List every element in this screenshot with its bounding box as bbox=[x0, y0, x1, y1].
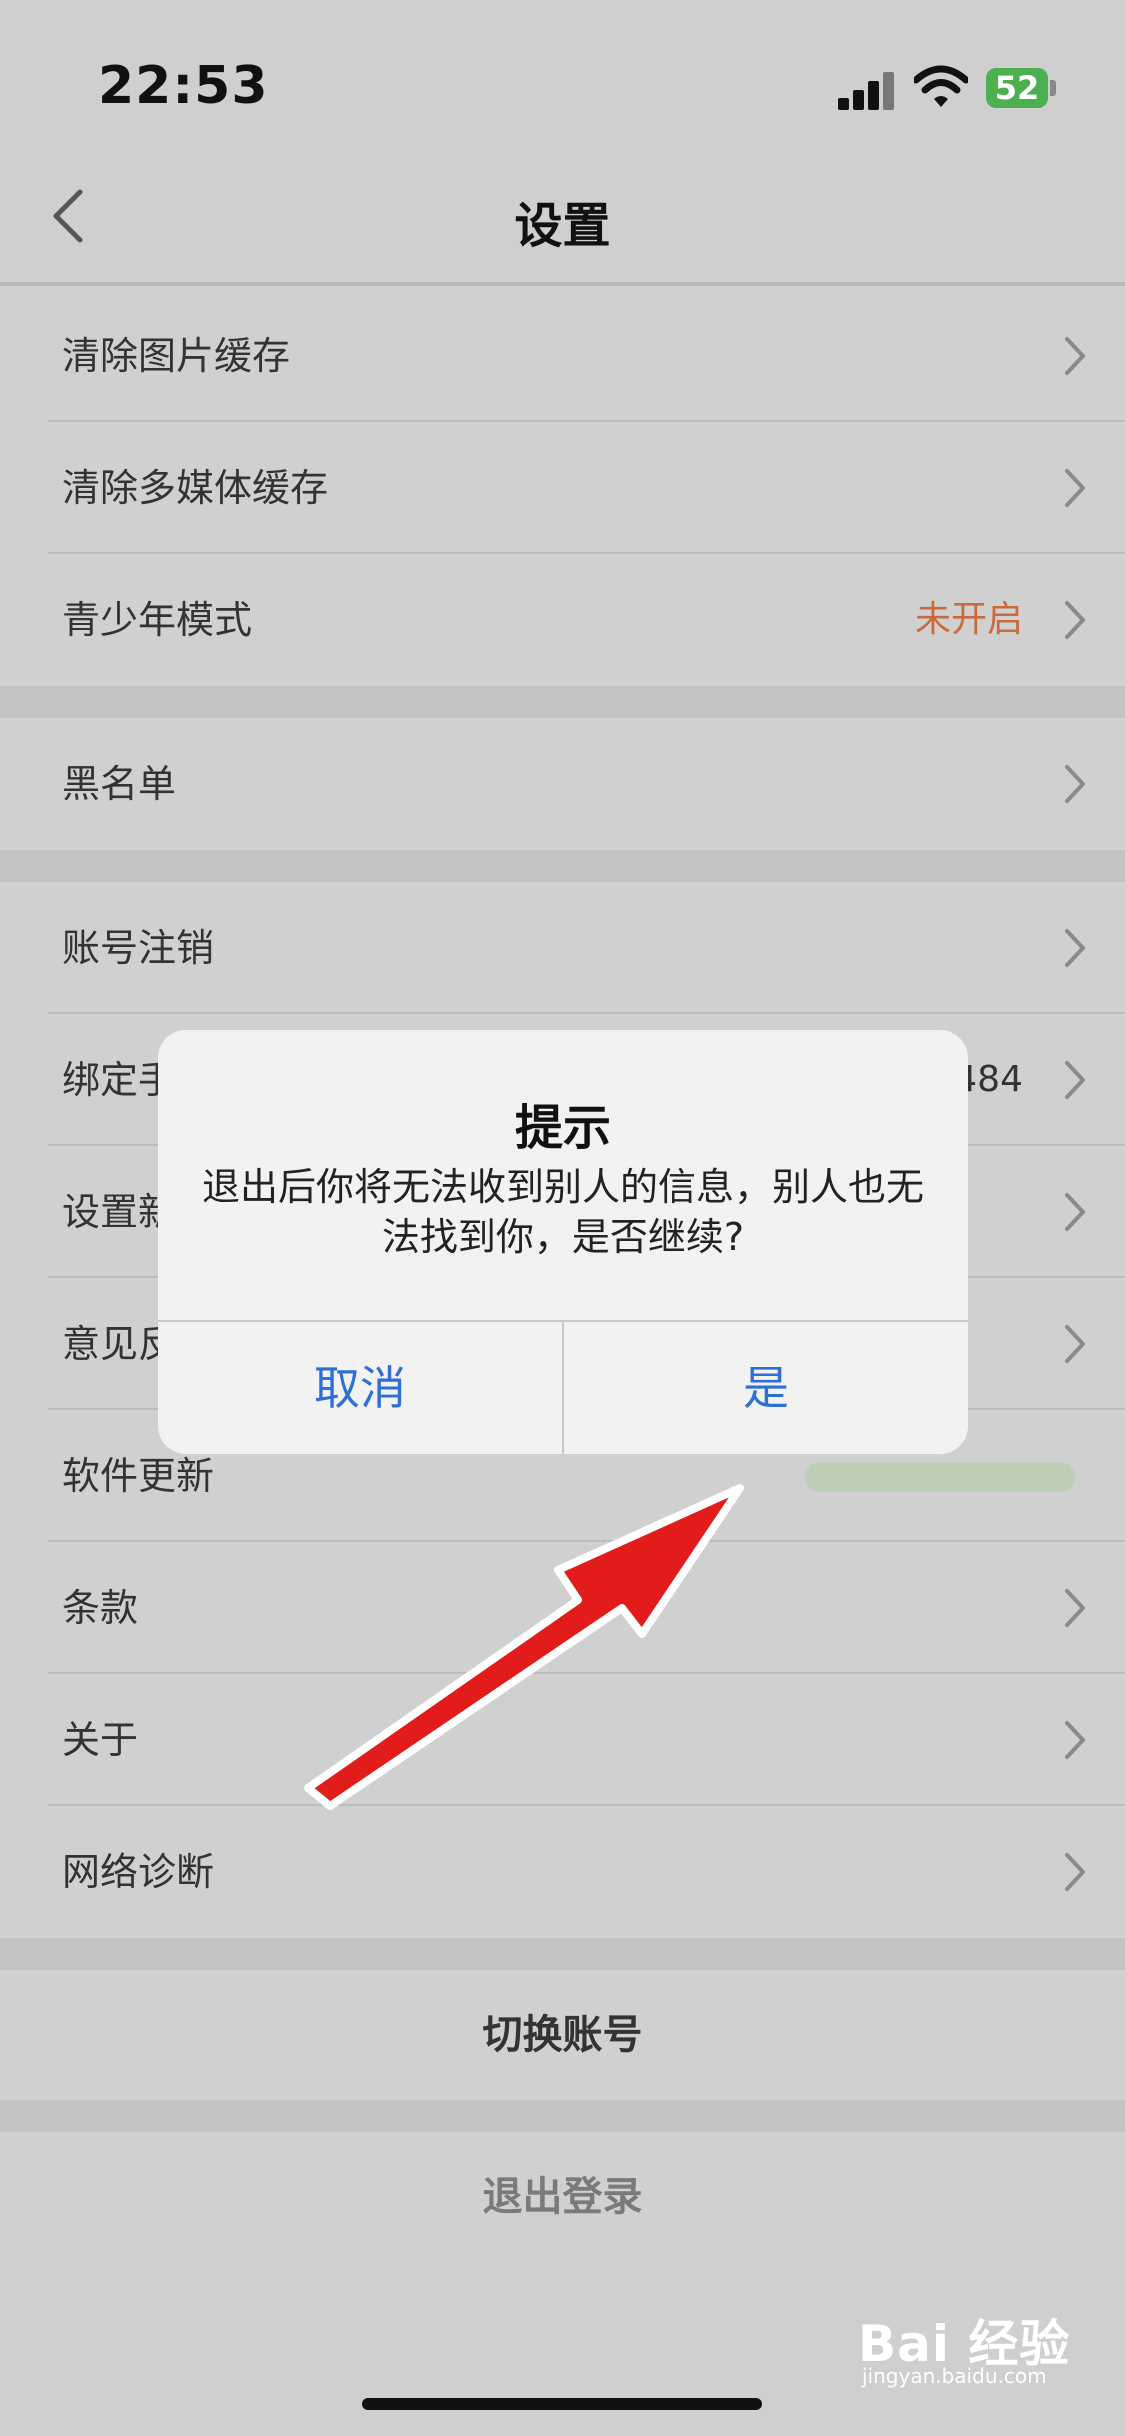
logout-confirm-dialog: 提示 退出后你将无法收到别人的信息，别人也无法找到你，是否继续? 取消 是 bbox=[158, 1030, 968, 1454]
chevron-right-icon bbox=[1065, 1325, 1085, 1363]
chevron-right-icon bbox=[1065, 765, 1085, 803]
wifi-icon bbox=[914, 65, 968, 107]
status-time: 22:53 bbox=[98, 56, 269, 116]
row-label: 网络诊断 bbox=[62, 1850, 215, 1894]
cellular-signal-icon bbox=[838, 70, 898, 110]
chevron-right-icon bbox=[1065, 601, 1085, 639]
settings-row-clear-image-cache[interactable]: 清除图片缓存 bbox=[0, 290, 1125, 422]
chevron-right-icon bbox=[1065, 469, 1085, 507]
settings-row-blacklist[interactable]: 黑名单 bbox=[0, 718, 1125, 850]
dialog-cancel-button[interactable]: 取消 bbox=[158, 1322, 562, 1454]
logout-button[interactable]: 退出登录 bbox=[0, 2132, 1125, 2262]
battery-icon: 52 bbox=[986, 68, 1058, 108]
battery-level: 52 bbox=[986, 68, 1048, 108]
row-label: 黑名单 bbox=[62, 762, 177, 806]
teen-mode-status: 未开启 bbox=[914, 599, 1023, 640]
group-gap bbox=[0, 1938, 1125, 1970]
settings-screen: 22:53 52 设置 清除图片缓存 清除多媒体缓存 青少年模式 未开启 黑名单… bbox=[0, 0, 1125, 2436]
nav-divider bbox=[0, 282, 1125, 286]
chevron-right-icon bbox=[1065, 1721, 1085, 1759]
watermark-url: jingyan.baidu.com bbox=[862, 2364, 1047, 2388]
annotation-arrow-icon bbox=[304, 1484, 744, 1810]
chevron-right-icon bbox=[1065, 337, 1085, 375]
dialog-message: 退出后你将无法收到别人的信息，别人也无法找到你，是否继续? bbox=[201, 1165, 924, 1259]
settings-group-blacklist: 黑名单 bbox=[0, 718, 1125, 850]
row-label: 条款 bbox=[62, 1586, 139, 1630]
chevron-right-icon bbox=[1065, 929, 1085, 967]
row-label: 清除多媒体缓存 bbox=[62, 466, 329, 510]
blurred-version-value bbox=[805, 1462, 1075, 1492]
settings-row-account-cancel[interactable]: 账号注销 bbox=[0, 882, 1125, 1014]
chevron-right-icon bbox=[1065, 1061, 1085, 1099]
switch-account-button[interactable]: 切换账号 bbox=[0, 1970, 1125, 2100]
chevron-right-icon bbox=[1065, 1193, 1085, 1231]
settings-row-teen-mode[interactable]: 青少年模式 未开启 bbox=[0, 554, 1125, 686]
settings-row-network-diagnosis[interactable]: 网络诊断 bbox=[0, 1806, 1125, 1938]
row-label: 账号注销 bbox=[62, 926, 215, 970]
chevron-right-icon bbox=[1065, 1853, 1085, 1891]
home-indicator[interactable] bbox=[362, 2398, 762, 2410]
dialog-confirm-button[interactable]: 是 bbox=[564, 1322, 968, 1454]
row-label: 清除图片缓存 bbox=[62, 334, 291, 378]
group-gap bbox=[0, 2100, 1125, 2132]
page-title: 设置 bbox=[514, 198, 611, 254]
group-gap bbox=[0, 850, 1125, 882]
group-gap bbox=[0, 686, 1125, 718]
baidu-jingyan-watermark: Bai 经验 jingyan.baidu.com bbox=[858, 2290, 1088, 2390]
dialog-title: 提示 bbox=[514, 1100, 611, 1156]
chevron-right-icon bbox=[1065, 1589, 1085, 1627]
settings-row-clear-media-cache[interactable]: 清除多媒体缓存 bbox=[0, 422, 1125, 554]
battery-cap bbox=[1050, 80, 1056, 96]
row-label: 关于 bbox=[62, 1718, 139, 1762]
settings-group-cache: 清除图片缓存 清除多媒体缓存 青少年模式 未开启 bbox=[0, 290, 1125, 686]
row-label: 青少年模式 bbox=[62, 598, 253, 642]
